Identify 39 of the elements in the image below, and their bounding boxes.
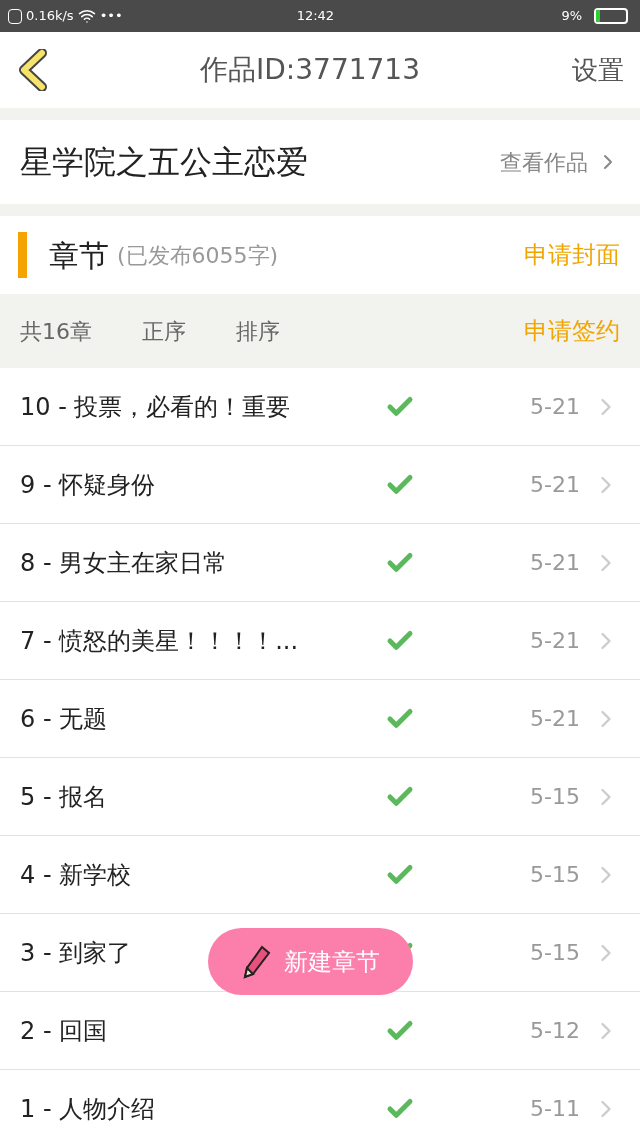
more-indicator: ••• <box>99 7 123 26</box>
chapter-date: 5-21 <box>530 705 580 733</box>
chapter-title[interactable]: 1 - 人物介绍 <box>20 1090 156 1127</box>
view-work-link[interactable]: 查看作品 <box>500 145 620 179</box>
section-marker <box>18 232 27 278</box>
chapter-title[interactable]: 8 - 男女主在家日常 <box>20 544 228 581</box>
chapter-date: 5-21 <box>530 549 580 577</box>
chapter-title[interactable]: 2 - 回国 <box>20 1012 108 1049</box>
chapter-date: 5-15 <box>530 783 580 811</box>
work-title: 星学院之五公主恋爱 <box>20 142 309 183</box>
chapter-title[interactable]: 10 - 投票，必看的！重要 <box>20 388 291 425</box>
pencil-icon <box>241 943 272 980</box>
section-title: 章节 <box>49 236 109 275</box>
wifi-icon <box>77 7 96 25</box>
chapter-date: 5-21 <box>530 627 580 655</box>
sim-icon <box>8 8 22 24</box>
chapter-date: 5-12 <box>530 1017 580 1045</box>
chapter-title[interactable]: 3 - 到家了 <box>20 934 132 971</box>
chapter-title[interactable]: 4 - 新学校 <box>20 856 132 893</box>
network-speed: 0.16k/s <box>26 7 74 26</box>
chapter-date: 5-21 <box>530 471 580 499</box>
page-title: 作品ID:3771713 <box>199 52 421 88</box>
chapter-count: 共16章 <box>20 317 92 346</box>
battery-icon <box>594 8 628 24</box>
back-icon[interactable] <box>16 49 48 91</box>
clock: 12:42 <box>296 7 335 26</box>
order-button[interactable]: 正序 <box>142 314 186 348</box>
chapter-date: 5-15 <box>530 861 580 889</box>
chapter-date: 5-21 <box>530 393 580 421</box>
sort-button[interactable]: 排序 <box>236 314 280 348</box>
chapter-date: 5-15 <box>530 939 580 967</box>
chapter-date: 5-11 <box>530 1095 580 1123</box>
word-count: (已发布6055字) <box>117 241 279 270</box>
battery-level: 9% <box>561 7 582 26</box>
chapter-title[interactable]: 6 - 无题 <box>20 700 108 737</box>
chapter-title[interactable]: 7 - 愤怒的美星！！！！... <box>20 622 299 659</box>
settings-button[interactable]: 设置 <box>572 50 624 90</box>
chapter-title[interactable]: 9 - 怀疑身份 <box>20 466 156 503</box>
chapter-title[interactable]: 5 - 报名 <box>20 778 108 815</box>
